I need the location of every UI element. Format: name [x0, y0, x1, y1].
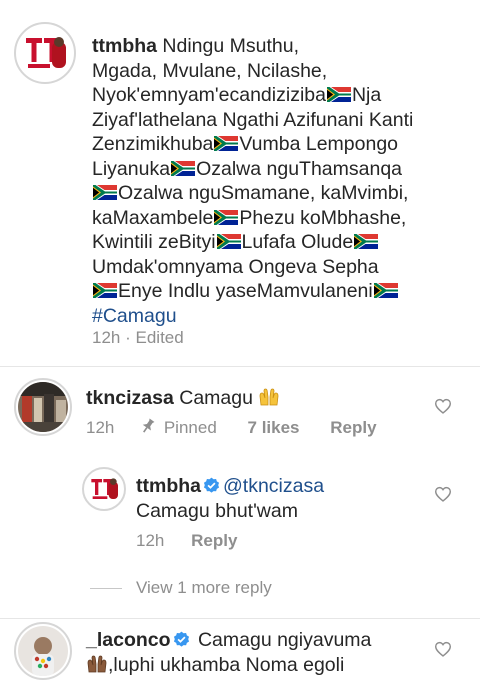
- comment-avatar[interactable]: [14, 622, 72, 680]
- reply-body: Camagu bhut'wam: [136, 499, 298, 522]
- south-africa-flag-icon: [93, 283, 117, 298]
- south-africa-flag-icon: [354, 234, 378, 249]
- south-africa-flag-icon: [217, 234, 241, 249]
- caption-text: Umdak'omnyama Ongeva Sepha: [92, 255, 379, 278]
- south-africa-flag-icon: [171, 161, 195, 176]
- caption-text: Zenzimikhuba: [92, 133, 214, 155]
- thread-line: [90, 587, 122, 589]
- south-africa-flag-icon: [214, 136, 238, 151]
- south-africa-flag-icon: [214, 210, 238, 225]
- comment-body: ,luphi ukhamba Noma egoli: [108, 653, 345, 676]
- caption-text: Phezu koMbhashe,: [239, 206, 407, 229]
- caption-text: Ndingu Msuthu,: [162, 35, 299, 57]
- caption-text: Lufafa Olude: [241, 231, 354, 253]
- comment-body: Camagu ngiyavuma: [197, 629, 372, 651]
- verified-badge-icon: [203, 477, 220, 494]
- heart-outline-icon[interactable]: [434, 486, 452, 502]
- caption-text: Mgada, Mvulane, Ncilashe,: [92, 59, 328, 82]
- raised-hands-emoji: [87, 655, 107, 672]
- south-africa-flag-icon: [374, 283, 398, 298]
- hashtag-link[interactable]: #Camagu: [92, 305, 177, 327]
- caption-text: Ozalwa nguThamsanqa: [196, 157, 403, 180]
- reply-meta: 12h Reply: [136, 531, 237, 551]
- reply-button[interactable]: Reply: [330, 418, 376, 437]
- reply-button[interactable]: Reply: [191, 531, 237, 550]
- south-africa-flag-icon: [327, 87, 351, 102]
- comment-username[interactable]: tkncizasa: [86, 387, 174, 409]
- caption-text: Kwintili zeBityi: [92, 231, 216, 253]
- pinned-label: Pinned: [163, 418, 217, 437]
- ttmbha-logo: [86, 471, 122, 507]
- caption-text: Nja: [351, 84, 382, 106]
- view-more-label[interactable]: View 1 more reply: [136, 578, 272, 598]
- comment-time: 12h: [86, 418, 115, 437]
- mention-link[interactable]: @tkncizasa: [223, 475, 324, 497]
- view-more-replies[interactable]: View 1 more reply: [90, 578, 272, 598]
- post-avatar[interactable]: [14, 22, 76, 84]
- post-meta: 12h · Edited: [92, 328, 184, 348]
- post-username[interactable]: ttmbha: [92, 35, 157, 57]
- comment-meta: 12h Pinned 7 likes Reply: [86, 418, 377, 438]
- raised-hands-emoji: [259, 388, 279, 406]
- reply-time: 12h: [136, 531, 165, 550]
- comment-text: tkncizasa Camagu: [86, 386, 280, 410]
- post-caption: ttmbha Ndingu Msuthu, Mgada, Mvulane, Nc…: [92, 34, 472, 328]
- heart-outline-icon[interactable]: [434, 641, 452, 657]
- caption-text: Liyanuka: [92, 157, 171, 180]
- avatar-photo: [18, 382, 68, 432]
- avatar-photo: [18, 626, 68, 676]
- comment-avatar[interactable]: [14, 378, 72, 436]
- comment-username[interactable]: _laconco: [86, 629, 171, 651]
- caption-text: Ziyaf'lathelana Ngathi Azifunani Kanti: [92, 108, 414, 131]
- caption-text: Ozalwa nguSmamane, kaMvimbi,: [118, 182, 409, 204]
- pin-icon: [142, 418, 155, 433]
- post-time: 12h: [92, 328, 121, 347]
- south-africa-flag-icon: [93, 185, 117, 200]
- heart-outline-icon[interactable]: [434, 398, 452, 414]
- reply-username[interactable]: ttmbha: [136, 475, 201, 497]
- comment-text: _laconco Camagu ngiyavuma ,luphi ukhamba…: [86, 628, 426, 677]
- reply-text: ttmbha @tkncizasa Camagu bhut'wam: [136, 474, 436, 523]
- caption-text: Enye Indlu yaseMamvulaneni: [118, 280, 373, 302]
- ttmbha-logo: [18, 26, 72, 80]
- divider: [0, 366, 480, 367]
- caption-text: Vumba Lempongo: [239, 133, 399, 155]
- verified-badge-icon: [173, 631, 190, 648]
- caption-text: Nyok'emnyam'ecandiziziba: [92, 84, 326, 106]
- edited-label: Edited: [135, 328, 184, 347]
- likes-count[interactable]: 7 likes: [248, 418, 300, 437]
- divider: [0, 618, 480, 619]
- caption-text: kaMaxambele: [92, 206, 214, 229]
- comment-body: Camagu: [179, 387, 253, 409]
- meta-dot: ·: [125, 328, 131, 347]
- reply-avatar[interactable]: [82, 467, 126, 511]
